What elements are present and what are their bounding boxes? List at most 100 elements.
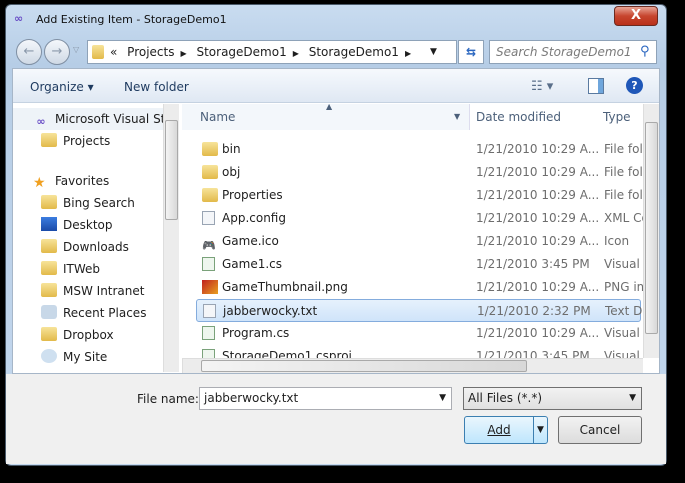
address-dropdown[interactable]: ▼ <box>430 41 437 63</box>
sidebar-label: Favorites <box>55 174 110 188</box>
file-name-label: File name: <box>137 392 199 406</box>
cs-icon <box>202 257 215 271</box>
sidebar-item-recent-places[interactable]: Recent Places <box>41 302 146 324</box>
file-row[interactable]: StorageDemo1.csproj 1/21/2010 3:45 PM Visu… <box>196 345 643 358</box>
breadcrumb-projects[interactable]: Projects <box>127 45 174 59</box>
sidebar-item-bing-search[interactable]: Bing Search <box>41 192 135 214</box>
sidebar-label: Recent Places <box>63 306 147 320</box>
file-row[interactable]: 🎮 Game.ico 1/21/2010 10:29 A... Icon <box>196 230 641 253</box>
file-date: 1/21/2010 10:29 A... <box>476 280 600 294</box>
back-button[interactable]: ← <box>16 39 42 65</box>
toolbar <box>13 69 659 103</box>
file-date: 1/21/2010 3:45 PM <box>476 349 590 358</box>
sidebar-label: My Site <box>63 350 108 364</box>
file-type: Text Document <box>605 304 643 318</box>
folder-icon <box>202 142 218 156</box>
file-date: 1/21/2010 3:45 PM <box>476 257 590 271</box>
file-type-dropdown-icon[interactable]: ▼ <box>629 388 636 409</box>
cancel-button[interactable]: Cancel <box>558 416 642 444</box>
sidebar-label: Microsoft Visual Studio <box>55 112 163 126</box>
sidebar-item-downloads[interactable]: Downloads <box>41 236 129 258</box>
file-date: 1/21/2010 10:29 A... <box>476 188 600 202</box>
file-name-dropdown-icon[interactable]: ▼ <box>439 388 446 409</box>
scrollbar-thumb[interactable] <box>201 360 527 372</box>
file-type: XML Configuration <box>604 211 643 225</box>
preview-pane-icon[interactable] <box>588 78 604 94</box>
sidebar-item-visual-studio[interactable]: ∞ Microsoft Visual Studio <box>13 108 163 130</box>
file-date: 1/21/2010 10:29 A... <box>476 234 600 248</box>
sidebar-item-my-site[interactable]: My Site <box>41 346 107 368</box>
file-row[interactable]: Game1.cs 1/21/2010 3:45 PM Visual C# <box>196 253 643 276</box>
view-options-icon[interactable]: ☷ ▾ <box>531 79 553 94</box>
file-name: App.config <box>222 211 286 225</box>
organize-menu[interactable]: Organize ▾ <box>30 80 94 94</box>
column-header-date[interactable]: Date modified <box>476 104 561 130</box>
search-icon[interactable]: ⚲ <box>640 44 650 59</box>
file-name-input[interactable]: jabberwocky.txt ▼ <box>199 387 452 410</box>
breadcrumb-overflow[interactable]: « <box>110 45 117 59</box>
file-type: Visual C# <box>604 349 643 358</box>
file-row[interactable]: jabberwocky.txt 1/21/2010 2:32 PM Text Doc… <box>196 299 643 322</box>
sidebar-item-favorites[interactable]: ★ Favorites <box>33 170 109 192</box>
file-type-select[interactable]: All Files (*.*) ▼ <box>463 387 642 410</box>
column-header-name[interactable]: Name ▲ ▼ <box>182 104 470 130</box>
forward-button[interactable]: → <box>44 39 70 65</box>
header-label: Name <box>200 110 236 124</box>
address-bar[interactable]: « Projects ▶ StorageDemo1 ▶ StorageDemo1 ▶ … <box>87 40 457 64</box>
file-row[interactable]: obj 1/21/2010 10:29 A... File folder <box>196 161 643 184</box>
file-name: bin <box>222 142 241 156</box>
site-icon <box>41 349 57 363</box>
sidebar-label: Dropbox <box>63 328 114 342</box>
window-title: Add Existing Item - StorageDemo1 <box>36 13 227 26</box>
file-type: Icon <box>604 234 630 248</box>
help-icon[interactable]: ? <box>626 77 643 94</box>
file-type: PNG image <box>604 280 643 294</box>
close-button[interactable]: X <box>614 6 658 26</box>
downloads-icon <box>41 239 57 253</box>
vs-logo-icon: ∞ <box>36 115 46 128</box>
file-list: Name ▲ ▼ Date modified Type bin 1/21/2010 1… <box>182 104 643 358</box>
file-row[interactable]: Properties 1/21/2010 10:29 A... File folde… <box>196 184 643 207</box>
file-list-vertical-scrollbar[interactable] <box>643 104 659 358</box>
file-date: 1/21/2010 10:29 A... <box>476 326 600 340</box>
file-row[interactable]: Program.cs 1/21/2010 10:29 A... Visual C# <box>196 322 643 345</box>
sidebar-label: Bing Search <box>63 196 135 210</box>
dropbox-icon <box>41 327 57 341</box>
file-date: 1/21/2010 2:32 PM <box>477 304 591 318</box>
sidebar-scrollbar[interactable] <box>163 104 179 372</box>
scrollbar-thumb[interactable] <box>645 122 658 334</box>
breadcrumb-separator-icon[interactable]: ▶ <box>293 49 299 58</box>
breadcrumb-storagedemo1[interactable]: StorageDemo1 <box>196 45 286 59</box>
recent-pages-dropdown[interactable]: ▽ <box>73 45 79 54</box>
breadcrumb-storagedemo1-sub[interactable]: StorageDemo1 <box>309 45 399 59</box>
refresh-icon[interactable]: ⇆ <box>458 40 484 64</box>
sidebar-item-dropbox[interactable]: Dropbox <box>41 324 114 346</box>
column-header-type[interactable]: Type <box>603 104 631 130</box>
file-name: Program.cs <box>222 326 290 340</box>
file-list-horizontal-scrollbar[interactable] <box>182 358 643 373</box>
add-options-dropdown[interactable]: ▼ <box>533 417 547 443</box>
file-date: 1/21/2010 10:29 A... <box>476 142 600 156</box>
config-icon <box>202 211 215 225</box>
file-row[interactable]: GameThumbnail.png 1/21/2010 10:29 A... PNG… <box>196 276 643 299</box>
breadcrumb-separator-icon[interactable]: ▶ <box>405 49 411 58</box>
sidebar-label: Downloads <box>63 240 129 254</box>
sidebar-item-msw-intranet[interactable]: MSW Intranet <box>41 280 144 302</box>
file-row[interactable]: bin 1/21/2010 10:29 A... File folder <box>196 138 643 161</box>
folder-icon <box>202 188 218 202</box>
sidebar-item-itweb[interactable]: ITWeb <box>41 258 100 280</box>
file-row[interactable]: App.config 1/21/2010 10:29 A... XML Config… <box>196 207 643 230</box>
scrollbar-thumb[interactable] <box>165 120 178 220</box>
file-type: File folder <box>604 165 643 179</box>
add-button[interactable]: Add ▼ <box>464 416 548 444</box>
file-date: 1/21/2010 10:29 A... <box>476 211 600 225</box>
new-folder-button[interactable]: New folder <box>124 80 189 94</box>
star-icon: ★ <box>33 175 46 191</box>
file-date: 1/21/2010 10:29 A... <box>476 165 600 179</box>
column-filter-dropdown[interactable]: ▼ <box>454 104 460 130</box>
sidebar-item-projects[interactable]: Projects <box>41 130 110 152</box>
search-input[interactable]: Search StorageDemo1 <box>489 40 657 64</box>
file-name-value: jabberwocky.txt <box>204 391 299 405</box>
breadcrumb-separator-icon[interactable]: ▶ <box>180 49 186 58</box>
sidebar-item-desktop[interactable]: Desktop <box>41 214 113 236</box>
